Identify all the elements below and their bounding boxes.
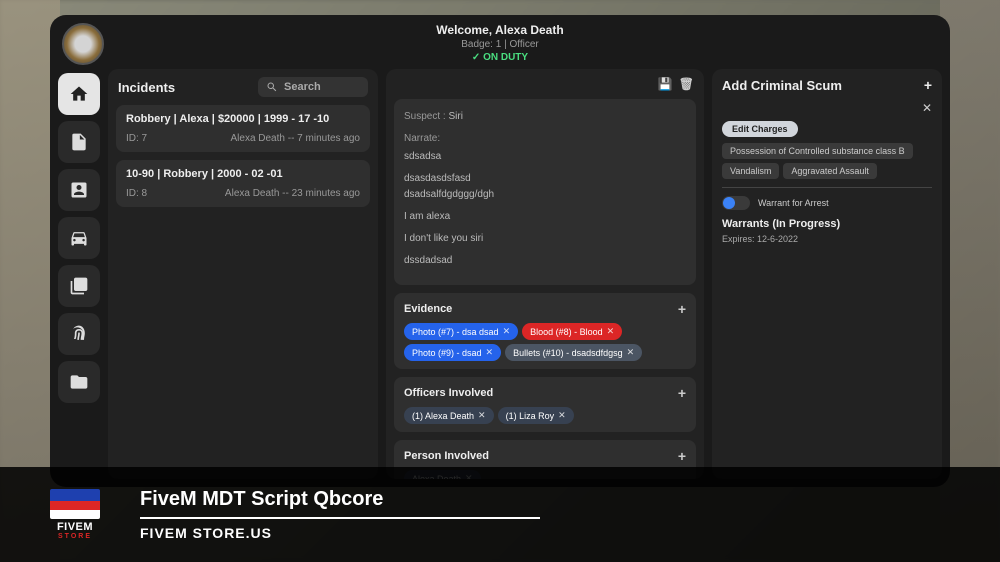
detail-column: 💾 🗑 Suspect : Siri Narrate: sdsadsa dsas… [386,69,704,479]
evidence-chip[interactable]: Bullets (#10) - dsadsdfdgsg✕ [505,344,642,361]
officer-chip[interactable]: (1) Alexa Death✕ [404,407,494,424]
incident-id: ID: 7 [126,133,147,144]
narrative-line: sdsadsa [404,149,686,165]
incident-card[interactable]: Robbery | Alexa | $20000 | 1999 - 17 -10… [116,105,370,152]
incident-meta: Alexa Death -- 7 minutes ago [230,133,360,144]
promo-logo: FIVEM STORE [30,480,120,550]
evidence-chip[interactable]: Blood (#8) - Blood✕ [522,323,622,340]
narrative-line: I don't like you siri [404,231,686,247]
charge-item[interactable]: Aggravated Assault [783,163,877,179]
remove-icon[interactable]: ✕ [503,326,511,337]
officers-section: Officers Involved + (1) Alexa Death✕ (1)… [394,377,696,432]
evidence-title: Evidence [404,303,452,315]
warrant-toggle[interactable] [722,196,750,210]
remove-icon[interactable]: ✕ [607,326,615,337]
incident-id: ID: 8 [126,188,147,199]
incident-card[interactable]: 10-90 | Robbery | 2000 - 02 -01 ID: 8 Al… [116,160,370,207]
close-criminal-icon[interactable]: ✕ [922,101,932,115]
search-input[interactable]: Search [258,77,368,97]
charge-item[interactable]: Vandalism [722,163,779,179]
incident-card-title: 10-90 | Robbery | 2000 - 02 -01 [126,168,360,180]
promo-title: FiveM MDT Script Qbcore [140,488,540,519]
officer-chip[interactable]: (1) Liza Roy✕ [498,407,574,424]
delete-icon[interactable]: 🗑 [679,77,694,91]
warrant-toggle-label: Warrant for Arrest [758,198,829,208]
suspect-value: Siri [448,111,462,122]
remove-icon[interactable]: ✕ [627,347,635,358]
search-icon [266,81,278,93]
sidebar [58,69,100,479]
nav-documents[interactable] [58,121,100,163]
nav-profiles[interactable] [58,169,100,211]
edit-charges-button[interactable]: Edit Charges [722,121,798,137]
welcome-text: Welcome, Alexa Death [50,23,950,37]
nav-files[interactable] [58,361,100,403]
narrative-line: dsasdasdsfasd [404,171,686,187]
add-officer-button[interactable]: + [678,385,686,401]
warrants-title: Warrants (In Progress) [722,218,932,230]
narrative-line: dsadsalfdgdggg/dgh [404,187,686,203]
narrative-box[interactable]: Suspect : Siri Narrate: sdsadsa dsasdasd… [394,99,696,285]
criminal-column: Add Criminal Scum + ✕ Edit Charges Posse… [712,69,942,479]
search-placeholder: Search [284,81,321,93]
suspect-label: Suspect : [404,111,446,122]
charge-item[interactable]: Possession of Controlled substance class… [722,143,913,159]
incidents-title: Incidents [118,80,175,95]
promo-bar: FIVEM STORE FiveM MDT Script Qbcore FIVE… [0,467,1000,562]
header: Welcome, Alexa Death Badge: 1 | Officer … [50,15,950,69]
evidence-section: Evidence + Photo (#7) - dsa dsad✕ Blood … [394,293,696,369]
criminal-title: Add Criminal Scum [722,78,842,93]
department-badge-logo [62,23,104,65]
add-person-button[interactable]: + [678,448,686,464]
narrative-line: I am alexa [404,209,686,225]
evidence-chip[interactable]: Photo (#7) - dsa dsad✕ [404,323,518,340]
incident-meta: Alexa Death -- 23 minutes ago [225,188,360,199]
promo-logo-sub: STORE [58,533,92,540]
flag-icon [50,489,100,519]
remove-icon[interactable]: ✕ [486,347,494,358]
incidents-column: Incidents Search Robbery | Alexa | $2000… [108,69,378,479]
mdt-window: Welcome, Alexa Death Badge: 1 | Officer … [50,15,950,487]
nav-fingerprint[interactable] [58,313,100,355]
nav-home[interactable] [58,73,100,115]
incident-card-title: Robbery | Alexa | $20000 | 1999 - 17 -10 [126,113,360,125]
save-icon[interactable]: 💾 [658,77,673,91]
badge-info: Badge: 1 | Officer [50,39,950,50]
officers-title: Officers Involved [404,387,493,399]
nav-reports[interactable] [58,265,100,307]
persons-title: Person Involved [404,450,489,462]
duty-status[interactable]: ON DUTY [50,52,950,63]
add-criminal-button[interactable]: + [924,77,932,93]
remove-icon[interactable]: ✕ [478,410,486,421]
warrants-expiry: Expires: 12-6-2022 [722,234,932,244]
remove-icon[interactable]: ✕ [558,410,566,421]
promo-subtitle: FIVEM STORE.US [140,525,540,541]
add-evidence-button[interactable]: + [678,301,686,317]
nav-vehicles[interactable] [58,217,100,259]
narrative-line: dssdadsad [404,253,686,269]
promo-logo-text: FIVEM [57,521,93,533]
evidence-chip[interactable]: Photo (#9) - dsad✕ [404,344,501,361]
narrate-label: Narrate: [404,131,686,147]
